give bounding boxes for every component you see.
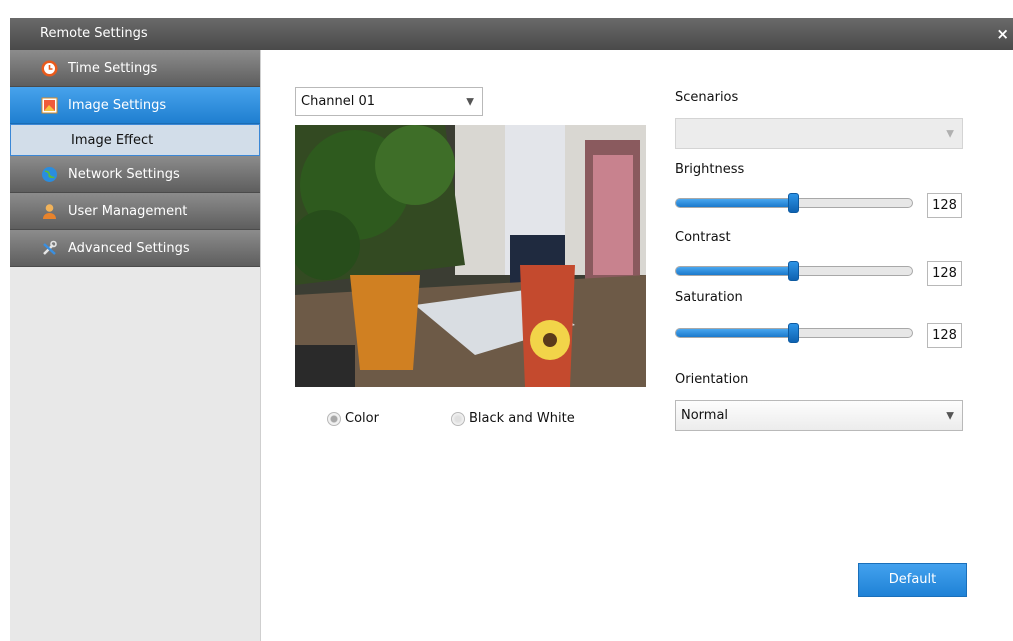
sidebar-item-image-settings[interactable]: Image Settings: [10, 87, 260, 124]
saturation-value[interactable]: 128: [927, 323, 962, 348]
sidebar-item-label: User Management: [68, 204, 188, 219]
sidebar-item-label: Network Settings: [68, 167, 180, 182]
camera-preview-image: [295, 125, 646, 387]
color-radio-button[interactable]: [327, 411, 341, 426]
channel-select-value: Channel 01: [301, 94, 376, 109]
brightness-value[interactable]: 128: [927, 193, 962, 218]
channel-select[interactable]: Channel 01 ▼: [295, 87, 483, 116]
orientation-select-value: Normal: [681, 408, 729, 423]
saturation-slider-fill: [676, 329, 794, 337]
sidebar-item-advanced-settings[interactable]: Advanced Settings: [10, 230, 260, 267]
sidebar-item-user-management[interactable]: User Management: [10, 193, 260, 230]
sidebar-subitem-label: Image Effect: [71, 133, 154, 148]
scenarios-label: Scenarios: [675, 90, 739, 105]
color-radio[interactable]: Color: [327, 411, 379, 426]
saturation-slider[interactable]: [675, 323, 913, 343]
clock-icon: [41, 60, 58, 77]
chevron-down-icon: ▼: [946, 410, 954, 421]
chevron-down-icon: ▼: [466, 96, 474, 107]
user-icon: [43, 204, 56, 219]
tools-icon: [43, 240, 57, 255]
orientation-select[interactable]: Normal ▼: [675, 400, 963, 431]
chevron-down-icon: ▼: [946, 128, 954, 139]
brightness-label: Brightness: [675, 162, 745, 177]
contrast-label: Contrast: [675, 230, 731, 245]
black-and-white-radio-button[interactable]: [451, 411, 465, 426]
image-icon: [41, 97, 58, 114]
image-effect-panel: Channel 01 ▼ Color Black and White Scena…: [262, 50, 1013, 641]
saturation-slider-handle[interactable]: [788, 323, 799, 343]
default-button[interactable]: Default: [858, 563, 967, 597]
close-icon[interactable]: ×: [996, 18, 1009, 50]
saturation-label: Saturation: [675, 290, 743, 305]
contrast-slider[interactable]: [675, 261, 913, 281]
brightness-slider-fill: [676, 199, 794, 207]
sidebar-subitem-image-effect[interactable]: Image Effect: [10, 124, 260, 156]
black-and-white-radio-label: Black and White: [469, 411, 575, 426]
sidebar-item-label: Advanced Settings: [68, 241, 190, 256]
sidebar-item-label: Time Settings: [68, 61, 158, 76]
orientation-label: Orientation: [675, 372, 749, 387]
camera-preview: [295, 125, 646, 387]
scenarios-select[interactable]: ▼: [675, 118, 963, 149]
window-title: Remote Settings: [40, 26, 148, 41]
contrast-value[interactable]: 128: [927, 261, 962, 286]
color-radio-label: Color: [345, 411, 379, 426]
sidebar-item-network-settings[interactable]: Network Settings: [10, 156, 260, 193]
sidebar-item-time-settings[interactable]: Time Settings: [10, 50, 260, 87]
title-bar: Remote Settings ×: [10, 18, 1013, 50]
globe-icon: [42, 167, 57, 182]
contrast-slider-handle[interactable]: [788, 261, 799, 281]
sidebar-item-label: Image Settings: [68, 98, 167, 113]
brightness-slider-handle[interactable]: [788, 193, 799, 213]
contrast-slider-fill: [676, 267, 794, 275]
black-and-white-radio[interactable]: Black and White: [451, 411, 575, 426]
brightness-slider[interactable]: [675, 193, 913, 213]
sidebar: Time Settings Image Settings Image Effec…: [10, 50, 261, 641]
remote-settings-window: Remote Settings × Time Settings Image Se…: [0, 0, 1013, 641]
